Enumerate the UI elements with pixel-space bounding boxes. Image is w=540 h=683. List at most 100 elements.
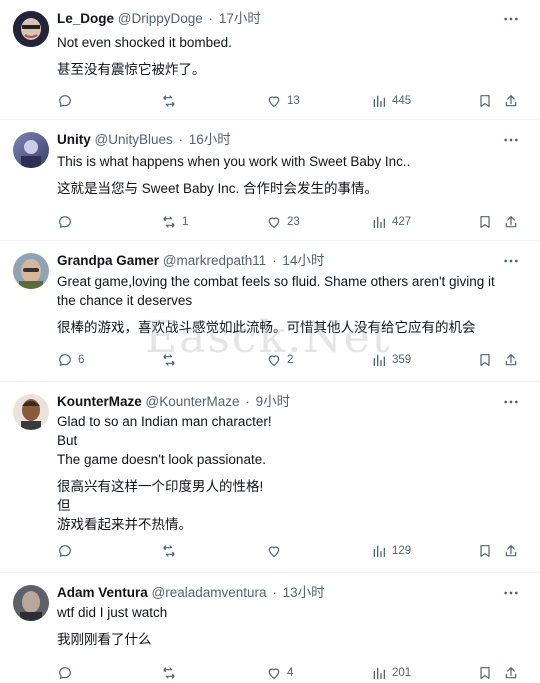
- tweet-text-en: The game doesn't look passionate.: [57, 452, 266, 467]
- reply-icon: [59, 354, 71, 366]
- views-icon: [373, 216, 385, 228]
- action-bar: 4 201: [57, 663, 528, 683]
- tweet-text-zh: 很棒的游戏，喜欢战斗感觉如此流畅。可惜其他人没有给它应有的机会: [57, 320, 476, 335]
- author-name[interactable]: KounterMaze: [57, 394, 142, 409]
- author-handle[interactable]: @realadamventura: [152, 585, 267, 600]
- like-count: 23: [287, 216, 300, 228]
- author-handle[interactable]: @markredpath11: [163, 253, 267, 268]
- like-button[interactable]: [266, 541, 287, 561]
- views-button[interactable]: 129: [371, 541, 411, 561]
- views-button[interactable]: 427: [371, 212, 411, 232]
- tweet-text-en: Glad to so an Indian man character!: [57, 414, 272, 429]
- retweet-count: 1: [182, 216, 189, 228]
- bookmark-button[interactable]: [477, 212, 493, 232]
- avatar[interactable]: [13, 585, 49, 621]
- share-button[interactable]: [503, 663, 519, 683]
- share-button[interactable]: [503, 541, 519, 561]
- more-options-icon[interactable]: [502, 252, 520, 270]
- retweet-button[interactable]: [161, 541, 182, 561]
- more-options-icon[interactable]: [502, 10, 520, 28]
- views-icon: [373, 354, 385, 366]
- share-button[interactable]: [503, 350, 519, 370]
- views-button[interactable]: 201: [371, 663, 411, 683]
- views-icon: [373, 667, 385, 679]
- bookmark-icon: [480, 95, 490, 107]
- timestamp[interactable]: 13小时: [283, 585, 325, 600]
- view-count: 129: [392, 545, 412, 557]
- more-options-icon[interactable]: [502, 393, 520, 411]
- like-count: 13: [287, 95, 300, 107]
- share-icon: [505, 216, 517, 228]
- share-icon: [505, 354, 517, 366]
- separator: ·: [245, 394, 250, 409]
- tweet-text: wtf did I just watch 我刚刚看了什么: [57, 603, 516, 649]
- tweet-header: Adam Ventura @realadamventura · 13小时: [57, 584, 500, 602]
- bookmark-button[interactable]: [477, 541, 493, 561]
- avatar[interactable]: [13, 132, 49, 168]
- tweet-text-en: Not even shocked it bombed.: [57, 35, 232, 50]
- tweet-text: Great game,loving the combat feels so fl…: [57, 272, 516, 337]
- action-bar: 1 23 427: [57, 212, 528, 232]
- reply-button[interactable]: [57, 212, 78, 232]
- retweet-button[interactable]: [161, 91, 182, 111]
- retweet-icon: [163, 545, 175, 557]
- tweet-header: Unity @UnityBlues · 16小时: [57, 131, 500, 149]
- heart-icon: [268, 96, 280, 107]
- author-handle[interactable]: @KounterMaze: [146, 394, 240, 409]
- bookmark-button[interactable]: [477, 350, 493, 370]
- author-handle[interactable]: @DrippyDoge: [118, 11, 203, 26]
- tweet-item[interactable]: KounterMaze @KounterMaze · 9小时 Glad to s…: [0, 383, 540, 573]
- avatar-image: [13, 11, 49, 47]
- like-button[interactable]: 2: [266, 350, 293, 370]
- like-count: 4: [287, 667, 294, 679]
- avatar-image: [13, 585, 49, 621]
- author-handle[interactable]: @UnityBlues: [95, 132, 173, 147]
- author-name[interactable]: Le_Doge: [57, 11, 114, 26]
- views-button[interactable]: 445: [371, 91, 411, 111]
- share-button[interactable]: [503, 91, 519, 111]
- view-count: 445: [392, 95, 412, 107]
- more-options-icon[interactable]: [502, 584, 520, 602]
- avatar[interactable]: [13, 394, 49, 430]
- retweet-icon: [163, 95, 175, 107]
- views-button[interactable]: 359: [371, 350, 411, 370]
- bookmark-icon: [480, 545, 490, 557]
- author-name[interactable]: Grandpa Gamer: [57, 253, 159, 268]
- timestamp[interactable]: 17小时: [219, 11, 261, 26]
- like-button[interactable]: 23: [266, 212, 300, 232]
- tweet-text-en: wtf did I just watch: [57, 605, 168, 620]
- avatar[interactable]: [13, 11, 49, 47]
- reply-button[interactable]: [57, 541, 78, 561]
- reply-button[interactable]: [57, 663, 78, 683]
- like-button[interactable]: 13: [266, 91, 300, 111]
- bookmark-button[interactable]: [477, 663, 493, 683]
- reply-feed: Le_Doge @DrippyDoge · 17小时 Not even shoc…: [0, 0, 540, 683]
- like-button[interactable]: 4: [266, 663, 293, 683]
- share-button[interactable]: [503, 212, 519, 232]
- bookmark-button[interactable]: [477, 91, 493, 111]
- like-count: 2: [287, 354, 294, 366]
- author-name[interactable]: Unity: [57, 132, 91, 147]
- reply-icon: [59, 95, 71, 107]
- timestamp[interactable]: 14小时: [282, 253, 324, 268]
- heart-icon: [268, 546, 280, 557]
- tweet-item[interactable]: Grandpa Gamer @markredpath11 · 14小时 Grea…: [0, 242, 540, 382]
- retweet-button[interactable]: [161, 663, 182, 683]
- avatar[interactable]: [13, 253, 49, 289]
- avatar-image: [13, 132, 49, 168]
- more-options-icon[interactable]: [502, 131, 520, 149]
- retweet-button[interactable]: 1: [161, 212, 188, 232]
- retweet-button[interactable]: [161, 350, 182, 370]
- tweet-item[interactable]: Le_Doge @DrippyDoge · 17小时 Not even shoc…: [0, 0, 540, 120]
- reply-icon: [59, 216, 71, 228]
- timestamp[interactable]: 9小时: [256, 394, 291, 409]
- timestamp[interactable]: 16小时: [189, 132, 231, 147]
- tweet-item[interactable]: Adam Ventura @realadamventura · 13小时 wtf…: [0, 574, 540, 683]
- author-name[interactable]: Adam Ventura: [57, 585, 148, 600]
- tweet-item[interactable]: Unity @UnityBlues · 16小时 This is what ha…: [0, 121, 540, 241]
- separator: ·: [272, 585, 277, 600]
- reply-button[interactable]: [57, 91, 78, 111]
- tweet-text-zh: 游戏看起来并不热情。: [57, 517, 192, 532]
- avatar-image: [13, 394, 49, 430]
- reply-button[interactable]: 6: [57, 350, 84, 370]
